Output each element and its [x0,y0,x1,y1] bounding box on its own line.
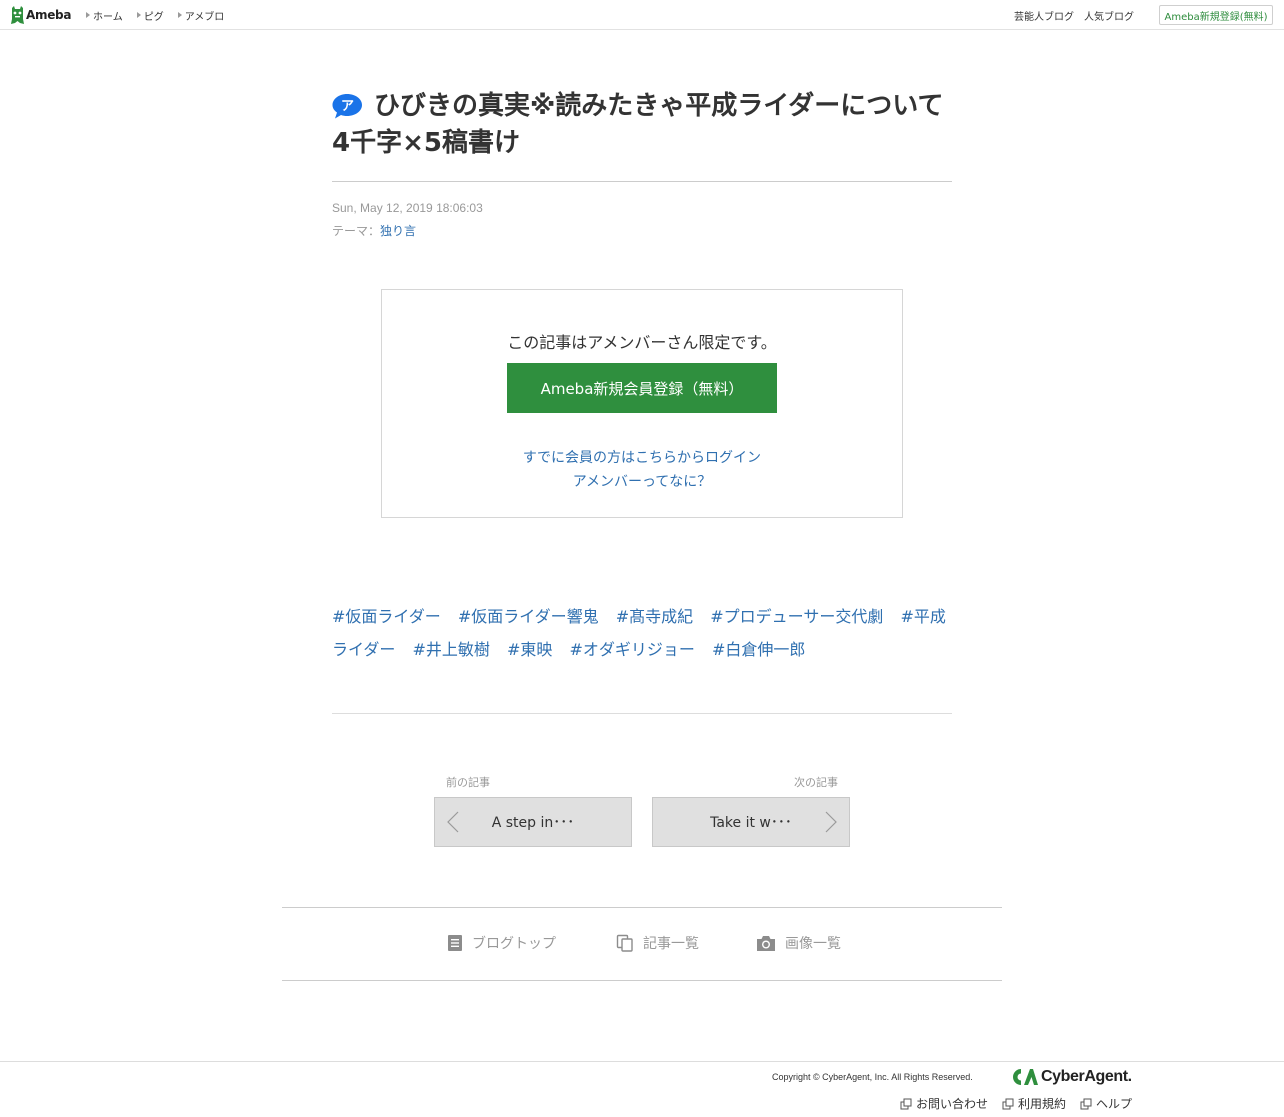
image-list-label: 画像一覧 [785,936,841,952]
hashtag[interactable]: #オダギリジョー [570,640,695,659]
hashtag[interactable]: #東映 [507,640,552,659]
hashtag-list: #仮面ライダー #仮面ライダー響鬼 #髙寺成紀 #プロデューサー交代劇 #平成ラ… [332,600,952,666]
ameba-logo[interactable]: Ameba [10,5,71,25]
triangle-right-icon [177,12,182,18]
title-row: ア ひびきの真実※読みたきゃ平成ライダーについて4千字×5稿書け [332,88,952,162]
chevron-right-icon [825,811,837,833]
celebrity-blog-link[interactable]: 芸能人ブログ [1014,8,1074,23]
copy-pages-icon [616,934,633,952]
theme-label: テーマ： [332,224,381,238]
article-title: ひびきの真実※読みたきゃ平成ライダーについて4千字×5稿書け [332,91,944,158]
nav-home-label: ホーム [93,11,123,23]
article-list-link[interactable]: 記事一覧 [616,933,699,953]
ameba-mascot-icon [11,5,24,24]
footer-links: お問い合わせ 利用規約 ヘルプ [886,1095,1132,1112]
external-window-icon [900,1098,912,1109]
global-header: Ameba ホーム ピグ アメブロ 芸能人ブログ 人気ブログ Ameba新規登録… [0,0,1284,30]
cyberagent-logo[interactable]: CyberAgent. [1012,1068,1132,1086]
chevron-left-icon [447,811,459,833]
amember-speech-bubble-icon: ア [332,94,362,119]
nav-pigg-label: ピグ [143,11,164,23]
hashtag[interactable]: #仮面ライダー [332,607,441,626]
external-window-icon [1002,1098,1014,1109]
camera-icon [757,936,775,951]
nav-ameblo[interactable]: アメブロ [177,8,225,23]
hashtag[interactable]: #プロデューサー交代劇 [710,607,883,626]
contact-link[interactable]: お問い合わせ [900,1095,988,1112]
blog-top-link[interactable]: ブログトップ [447,933,556,953]
article-list-label: 記事一覧 [643,936,699,952]
amember-only-box: この記事はアメンバーさん限定です。 Ameba新規会員登録（無料） すでに会員の… [381,289,903,518]
title-divider [332,181,952,182]
hashtag[interactable]: #仮面ライダー響鬼 [458,607,599,626]
hashtag[interactable]: #白倉伸一郎 [712,640,805,659]
theme-link[interactable]: 独り言 [380,224,416,238]
terms-link[interactable]: 利用規約 [1002,1095,1066,1112]
image-list-link[interactable]: 画像一覧 [756,933,841,953]
help-label: ヘルプ [1095,1097,1132,1111]
footer-divider [0,1061,1284,1062]
help-link[interactable]: ヘルプ [1080,1095,1132,1112]
prev-article-label: 前の記事 [446,776,490,789]
article-theme: テーマ：独り言 [332,222,416,239]
copyright-text: Copyright © CyberAgent, Inc. All Rights … [772,1072,973,1082]
external-window-icon [1080,1098,1092,1109]
login-link[interactable]: すでに会員の方はこちらからログイン [382,447,902,467]
terms-label: 利用規約 [1017,1097,1066,1111]
hashtag[interactable]: #井上敏樹 [412,640,489,659]
blog-nav-top-divider [282,907,1002,908]
nav-ameblo-label: アメブロ [184,11,225,23]
next-article-label: 次の記事 [794,776,838,789]
header-right-links: 芸能人ブログ 人気ブログ [1004,0,1134,30]
svg-text:ア: ア [341,99,354,114]
top-nav: ホーム ピグ アメブロ [86,0,238,30]
what-is-amember-link[interactable]: アメンバーってなに？ [382,471,902,491]
cyberagent-text: CyberAgent. [1041,1068,1132,1085]
blog-nav-bottom-divider [282,980,1002,981]
popular-blog-link[interactable]: 人気ブログ [1084,8,1134,23]
triangle-right-icon [136,12,141,18]
next-article-title: Take it w･･･ [710,815,792,831]
hashtag-divider [332,713,952,714]
contact-label: お問い合わせ [915,1097,988,1111]
header-signup-button[interactable]: Ameba新規登録(無料) [1159,5,1273,25]
nav-pigg[interactable]: ピグ [136,8,164,23]
logo-text: Ameba [26,8,72,22]
hashtag[interactable]: #髙寺成紀 [616,607,693,626]
next-article-button[interactable]: Take it w･･･ [652,797,850,847]
blog-top-label: ブログトップ [472,936,556,952]
triangle-right-icon [86,12,90,18]
document-icon [448,935,462,951]
register-button[interactable]: Ameba新規会員登録（無料） [507,363,777,413]
prev-article-button[interactable]: A step in･･･ [434,797,632,847]
article-header: ア ひびきの真実※読みたきゃ平成ライダーについて4千字×5稿書け [332,88,952,162]
nav-home[interactable]: ホーム [86,8,123,23]
amember-only-message: この記事はアメンバーさん限定です。 [507,333,777,352]
article-date: Sun, May 12, 2019 18:06:03 [332,201,483,215]
cyberagent-mark-icon [1013,1069,1038,1085]
prev-article-title: A step in･･･ [491,815,575,831]
